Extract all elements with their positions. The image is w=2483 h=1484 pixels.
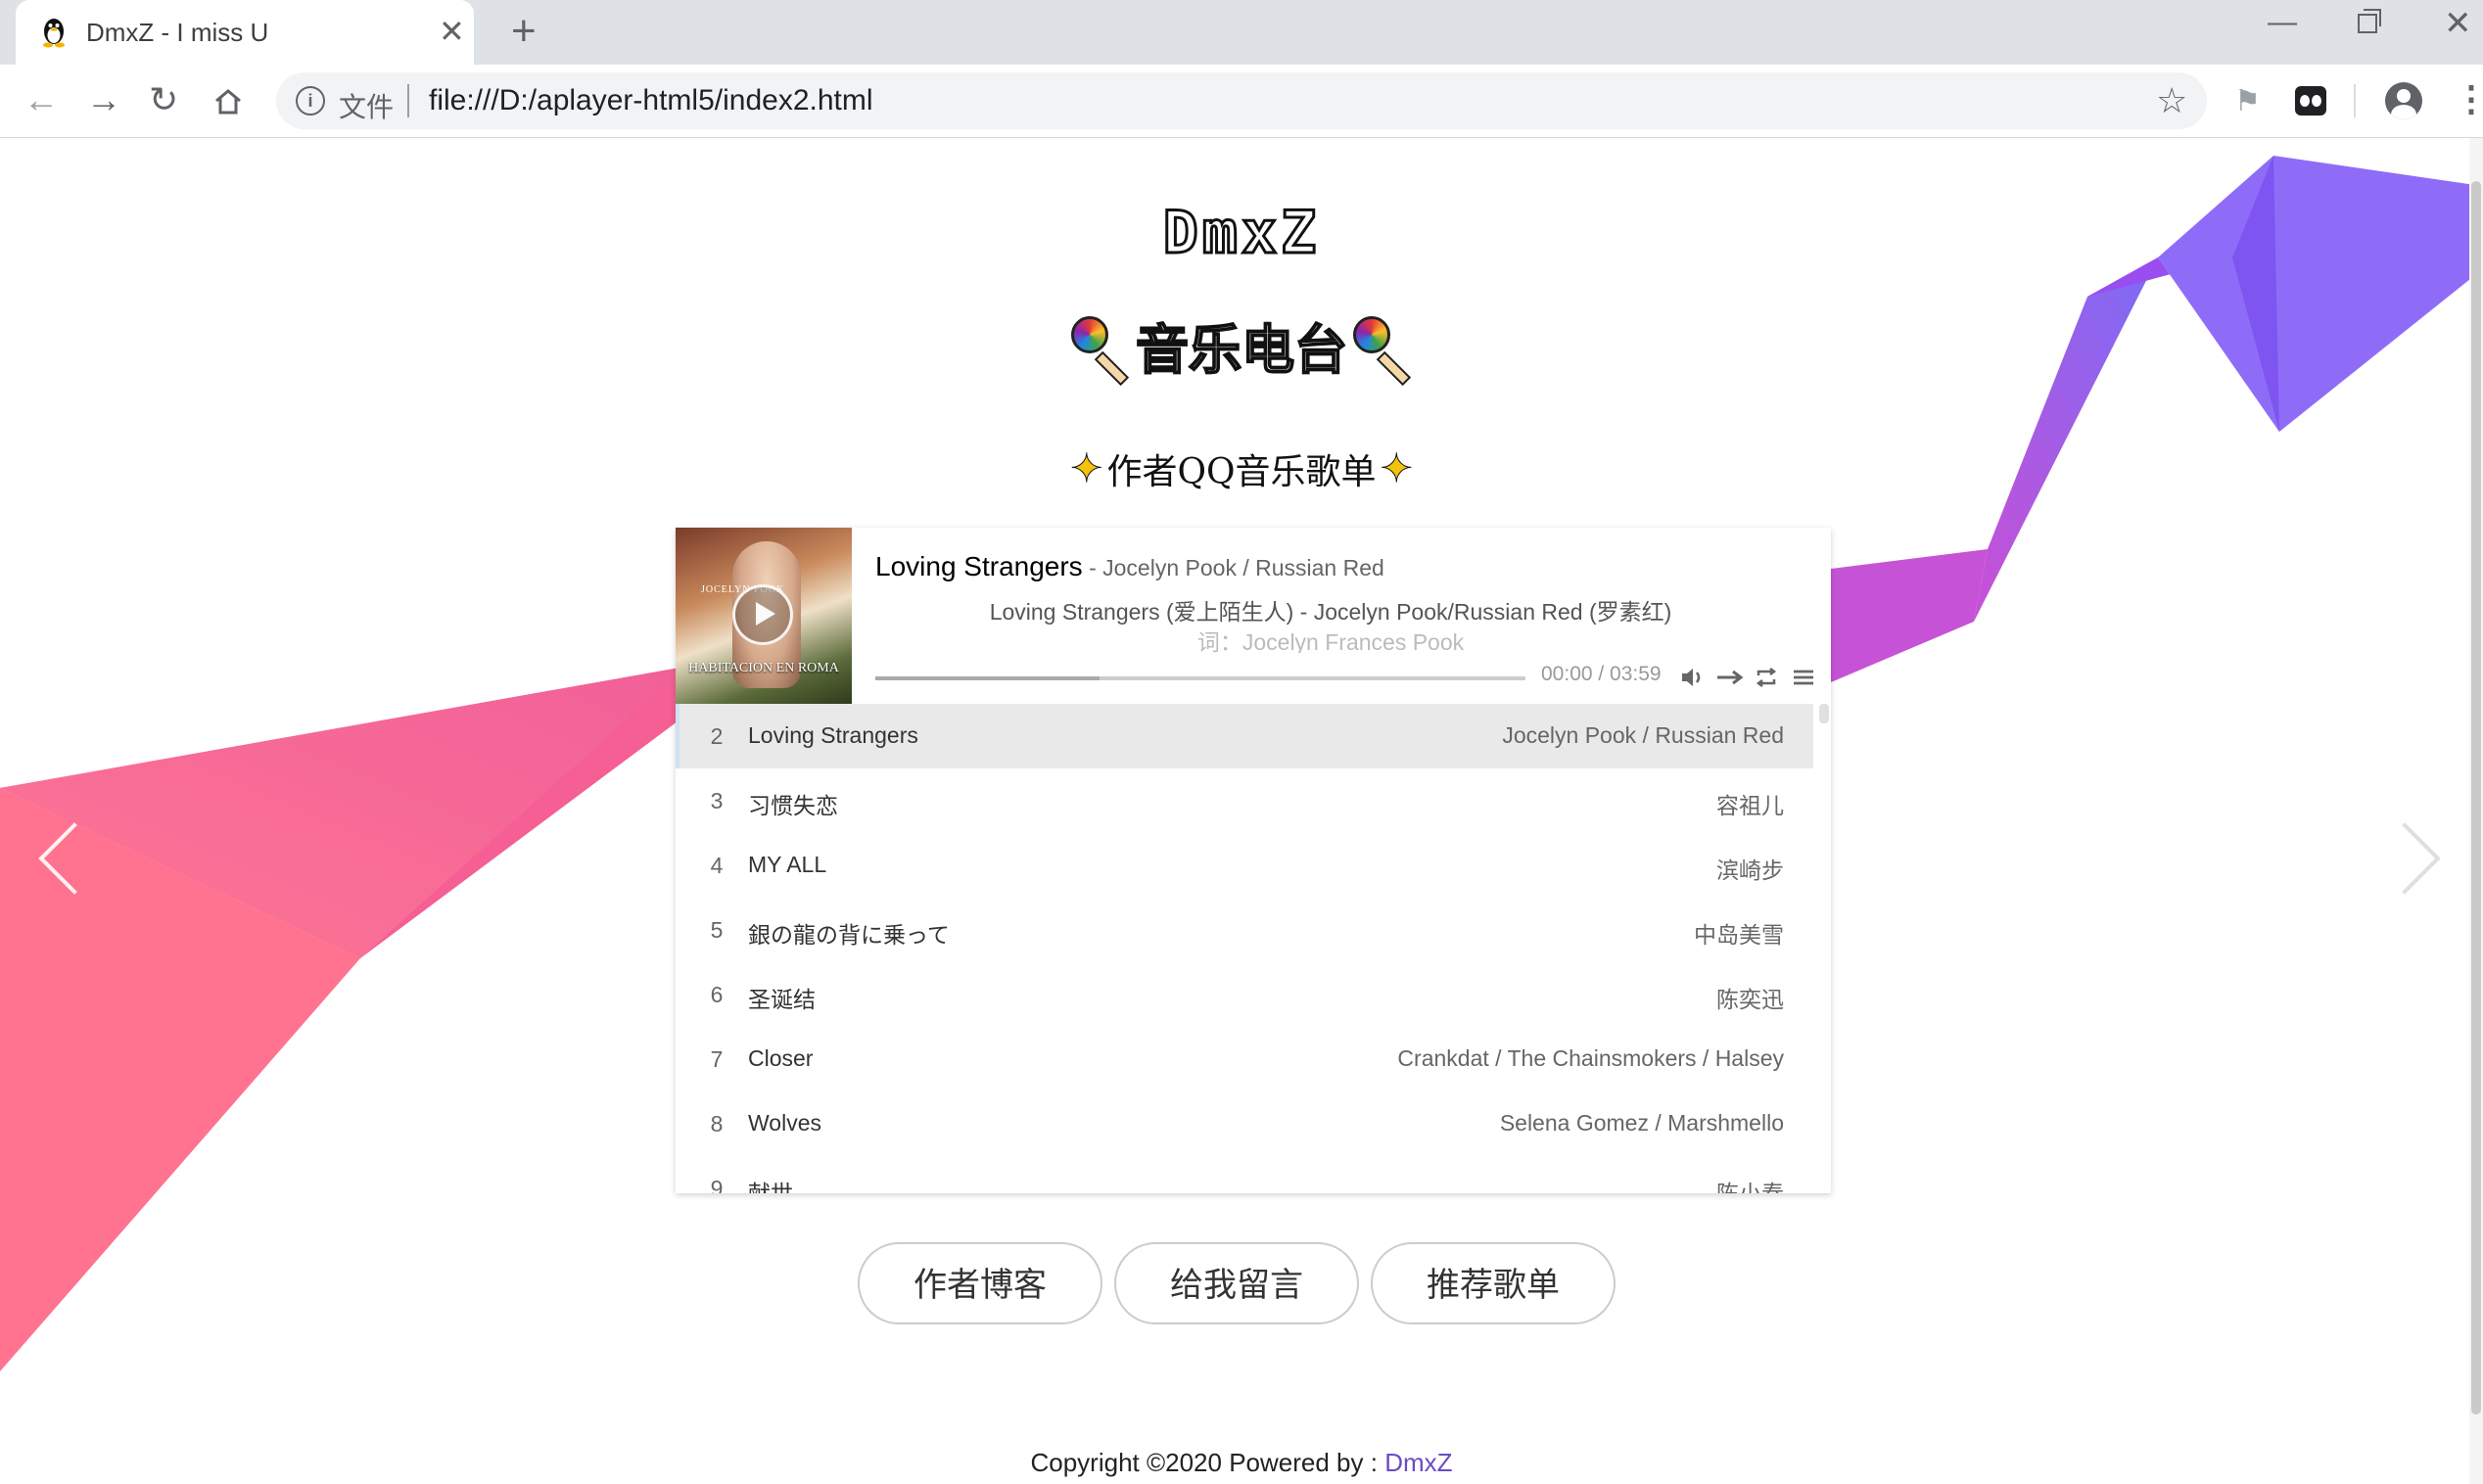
- toolbar-divider: [2354, 84, 2356, 117]
- browser-tabbar: DmxZ - I miss U ✕ + — ✕: [0, 0, 2483, 65]
- address-bar[interactable]: i 文件 file:///D:/aplayer-html5/index2.htm…: [276, 72, 2207, 129]
- window-minimize-icon[interactable]: —: [2268, 6, 2297, 39]
- track-artist: Jocelyn Pook / Russian Red: [1102, 555, 1384, 580]
- time-display: 00:00 / 03:59: [1541, 663, 1662, 685]
- song-title: Wolves: [748, 1110, 821, 1136]
- footer-link[interactable]: DmxZ: [1384, 1448, 1452, 1477]
- loop-icon[interactable]: [1755, 667, 1778, 688]
- info-icon[interactable]: i: [296, 86, 325, 116]
- track-title: Loving Strangers: [875, 551, 1083, 581]
- tab-title: DmxZ - I miss U: [86, 18, 269, 47]
- window-restore-icon[interactable]: [2358, 9, 2381, 33]
- sparkle-icon: ✦: [1380, 446, 1414, 492]
- lollipop-icon: [1353, 315, 1412, 386]
- footer: Copyright ©2020 Powered by : DmxZ: [0, 1448, 2483, 1478]
- song-list-scrollbar[interactable]: [1819, 704, 1829, 723]
- playlist-menu-icon[interactable]: [1792, 669, 1815, 686]
- song-index: 9: [710, 1176, 724, 1193]
- omnibox-scheme-label: 文件: [339, 92, 395, 122]
- tab-close-icon[interactable]: ✕: [439, 14, 465, 49]
- flag-extension-icon[interactable]: ⚑: [2234, 84, 2261, 118]
- song-artist: Crankdat / The Chainsmokers / Halsey: [1397, 1045, 1784, 1071]
- song-title: 圣诞结: [748, 987, 816, 1012]
- reload-icon[interactable]: ↻: [149, 78, 178, 121]
- song-title: MY ALL: [748, 852, 827, 877]
- song-index: 4: [710, 853, 724, 878]
- song-artist: 滨崎步: [1716, 858, 1784, 883]
- song-artist: 中岛美雪: [1694, 922, 1784, 948]
- album-cover[interactable]: JOCELYN POOK HABITACION EN ROMA: [676, 528, 852, 704]
- play-icon[interactable]: [732, 584, 793, 645]
- song-title: Loving Strangers: [748, 722, 918, 748]
- track-artist-separator: -: [1082, 555, 1103, 580]
- omnibox-divider: [407, 84, 409, 117]
- lollipop-icon: [1071, 315, 1130, 386]
- song-index: 3: [710, 788, 724, 813]
- song-artist: Jocelyn Pook / Russian Red: [1502, 722, 1784, 748]
- song-artist: Selena Gomez / Marshmello: [1499, 1110, 1784, 1136]
- song-list-item[interactable]: 2 Loving Strangers Jocelyn Pook / Russian …: [676, 704, 1813, 769]
- song-list-item[interactable]: 8 Wolves Selena Gomez / Marshmello: [676, 1091, 1813, 1157]
- home-icon[interactable]: [213, 88, 243, 116]
- forward-icon[interactable]: →: [86, 78, 121, 121]
- window-close-icon[interactable]: ✕: [2444, 4, 2472, 43]
- progress-loaded: [875, 676, 1101, 680]
- back-icon[interactable]: ←: [23, 78, 59, 121]
- song-list-item[interactable]: 6 圣诞结 陈奕迅: [676, 962, 1813, 1028]
- browser-menu-icon[interactable]: ⋮: [2454, 78, 2483, 119]
- profile-avatar-icon[interactable]: [2385, 82, 2422, 119]
- lyric-next: 词：Jocelyn Frances Pook: [1196, 629, 1465, 653]
- album-cover-title: HABITACION EN ROMA: [688, 661, 839, 675]
- playlist-heading: ✦ 作者QQ音乐歌单 ✦: [0, 443, 2483, 494]
- song-list-item[interactable]: 9 献世 陈小春: [676, 1156, 1813, 1193]
- lyrics-panel: Loving Strangers (爱上陌生人) - Jocelyn Pook/…: [875, 596, 1786, 653]
- song-index: 2: [710, 723, 724, 749]
- extension-icon[interactable]: [2295, 86, 2326, 116]
- subtitle-text: 音乐电台: [1135, 320, 1348, 381]
- volume-icon[interactable]: [1680, 667, 1706, 688]
- song-title: 献世: [748, 1181, 793, 1193]
- song-list[interactable]: 2 Loving Strangers Jocelyn Pook / Russian …: [676, 704, 1831, 1193]
- browser-toolbar: ← → ↻ i 文件 file:///D:/aplayer-html5/inde…: [0, 65, 2483, 138]
- song-artist: 陈小春: [1716, 1181, 1784, 1193]
- song-list-item[interactable]: 3 习惯失恋 容祖儿: [676, 768, 1813, 834]
- author-blog-button[interactable]: 作者博客: [858, 1242, 1102, 1324]
- recommend-playlist-button[interactable]: 推荐歌单: [1371, 1242, 1616, 1324]
- footer-copyright: Copyright ©2020 Powered by :: [1030, 1448, 1385, 1477]
- order-icon[interactable]: [1715, 669, 1745, 686]
- song-artist: 容祖儿: [1716, 793, 1784, 818]
- song-list-item[interactable]: 4 MY ALL 滨崎步: [676, 833, 1813, 899]
- song-title: 銀の龍の背に乗って: [748, 922, 950, 948]
- song-list-item[interactable]: 7 Closer Crankdat / The Chainsmokers / Hal…: [676, 1027, 1813, 1092]
- new-tab-icon[interactable]: +: [511, 10, 537, 53]
- song-title: Closer: [748, 1045, 814, 1071]
- track-info: Loving Strangers - Jocelyn Pook / Russia…: [875, 551, 1815, 582]
- url-text[interactable]: file:///D:/aplayer-html5/index2.html: [429, 84, 873, 117]
- site-logo: DmxZ: [1161, 198, 1321, 269]
- sparkle-icon: ✦: [1069, 446, 1103, 492]
- song-title: 习惯失恋: [748, 793, 838, 818]
- page-content: DmxZ 音乐电台 ✦ 作者QQ音乐歌单 ✦ JOCELYN POOK HABITA…: [0, 138, 2483, 1484]
- song-artist: 陈奕迅: [1716, 987, 1784, 1012]
- song-index: 6: [710, 982, 724, 1007]
- song-index: 7: [710, 1046, 724, 1072]
- song-list-item[interactable]: 5 銀の龍の背に乗って 中岛美雪: [676, 898, 1813, 963]
- browser-tab[interactable]: DmxZ - I miss U ✕: [16, 0, 474, 65]
- lyric-current: Loving Strangers (爱上陌生人) - Jocelyn Pook/…: [989, 599, 1672, 625]
- song-index: 8: [710, 1111, 724, 1136]
- site-subtitle: 音乐电台: [0, 306, 2483, 386]
- playlist-heading-text: 作者QQ音乐歌单: [1106, 452, 1377, 492]
- bookmark-star-icon[interactable]: ☆: [2156, 80, 2187, 121]
- music-player: JOCELYN POOK HABITACION EN ROMA Loving S…: [676, 528, 1831, 1193]
- song-index: 5: [710, 917, 724, 943]
- leave-message-button[interactable]: 给我留言: [1114, 1242, 1359, 1324]
- qq-penguin-icon: [43, 19, 65, 48]
- progress-bar[interactable]: [875, 676, 1525, 680]
